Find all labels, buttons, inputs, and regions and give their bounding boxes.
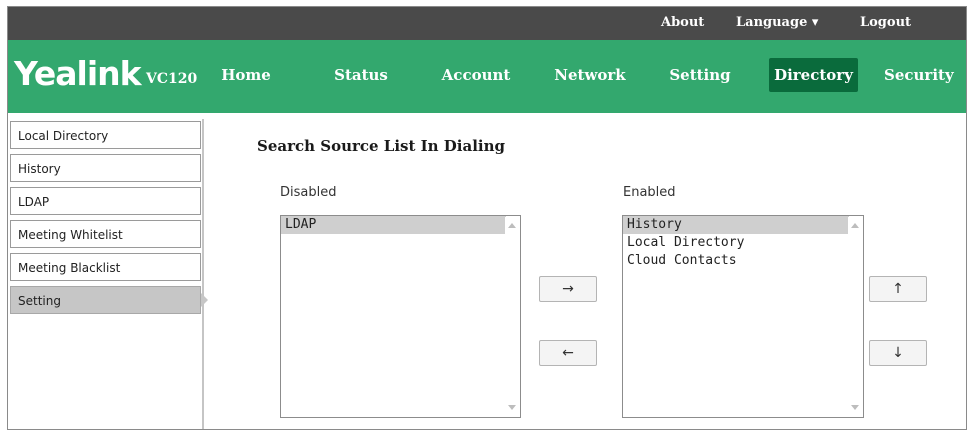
move-right-button[interactable]: → <box>539 276 597 302</box>
scroll-up-icon <box>851 223 859 228</box>
tab-account[interactable]: Account <box>432 58 520 92</box>
main-nav: Yealink VC120 Home Status Account Networ… <box>8 40 966 113</box>
enabled-list[interactable]: History Local Directory Cloud Contacts <box>622 215 864 418</box>
top-bar: About Language ▾ Logout <box>8 7 966 40</box>
page-title: Search Source List In Dialing <box>257 137 506 155</box>
brand-logo: Yealink <box>14 54 142 93</box>
about-link[interactable]: About <box>661 15 704 30</box>
list-item[interactable]: Local Directory <box>623 234 863 252</box>
language-menu[interactable]: Language ▾ <box>736 15 818 30</box>
enabled-list-scrollbar[interactable] <box>848 217 862 416</box>
scroll-up-icon <box>508 223 516 228</box>
disabled-label: Disabled <box>280 185 337 200</box>
sidebar: Local Directory History LDAP Meeting Whi… <box>8 119 208 429</box>
sidebar-item-meeting-whitelist[interactable]: Meeting Whitelist <box>10 220 201 248</box>
logout-link[interactable]: Logout <box>860 15 911 30</box>
list-item[interactable]: LDAP <box>281 216 506 234</box>
tab-status[interactable]: Status <box>324 58 398 92</box>
move-up-button[interactable]: ↑ <box>869 276 927 302</box>
sidebar-item-history[interactable]: History <box>10 154 201 182</box>
list-item[interactable]: Cloud Contacts <box>623 252 863 270</box>
list-item[interactable]: History <box>623 216 849 234</box>
move-left-button[interactable]: ← <box>539 340 597 366</box>
disabled-list[interactable]: LDAP <box>280 215 521 418</box>
tab-directory[interactable]: Directory <box>769 58 858 92</box>
enabled-label: Enabled <box>623 185 676 200</box>
tab-network[interactable]: Network <box>545 58 635 92</box>
brand-model: VC120 <box>146 71 198 87</box>
move-down-button[interactable]: ↓ <box>869 340 927 366</box>
scroll-down-icon <box>508 405 516 410</box>
sidebar-item-meeting-blacklist[interactable]: Meeting Blacklist <box>10 253 201 281</box>
sidebar-item-local-directory[interactable]: Local Directory <box>10 121 201 149</box>
scroll-down-icon <box>851 405 859 410</box>
sidebar-item-ldap[interactable]: LDAP <box>10 187 201 215</box>
disabled-list-scrollbar[interactable] <box>505 217 519 416</box>
tab-setting[interactable]: Setting <box>660 58 740 92</box>
sidebar-item-setting[interactable]: Setting <box>10 286 208 314</box>
tab-home[interactable]: Home <box>214 58 278 92</box>
app-frame: About Language ▾ Logout Yealink VC120 Ho… <box>7 6 967 430</box>
tab-security[interactable]: Security <box>884 58 966 92</box>
